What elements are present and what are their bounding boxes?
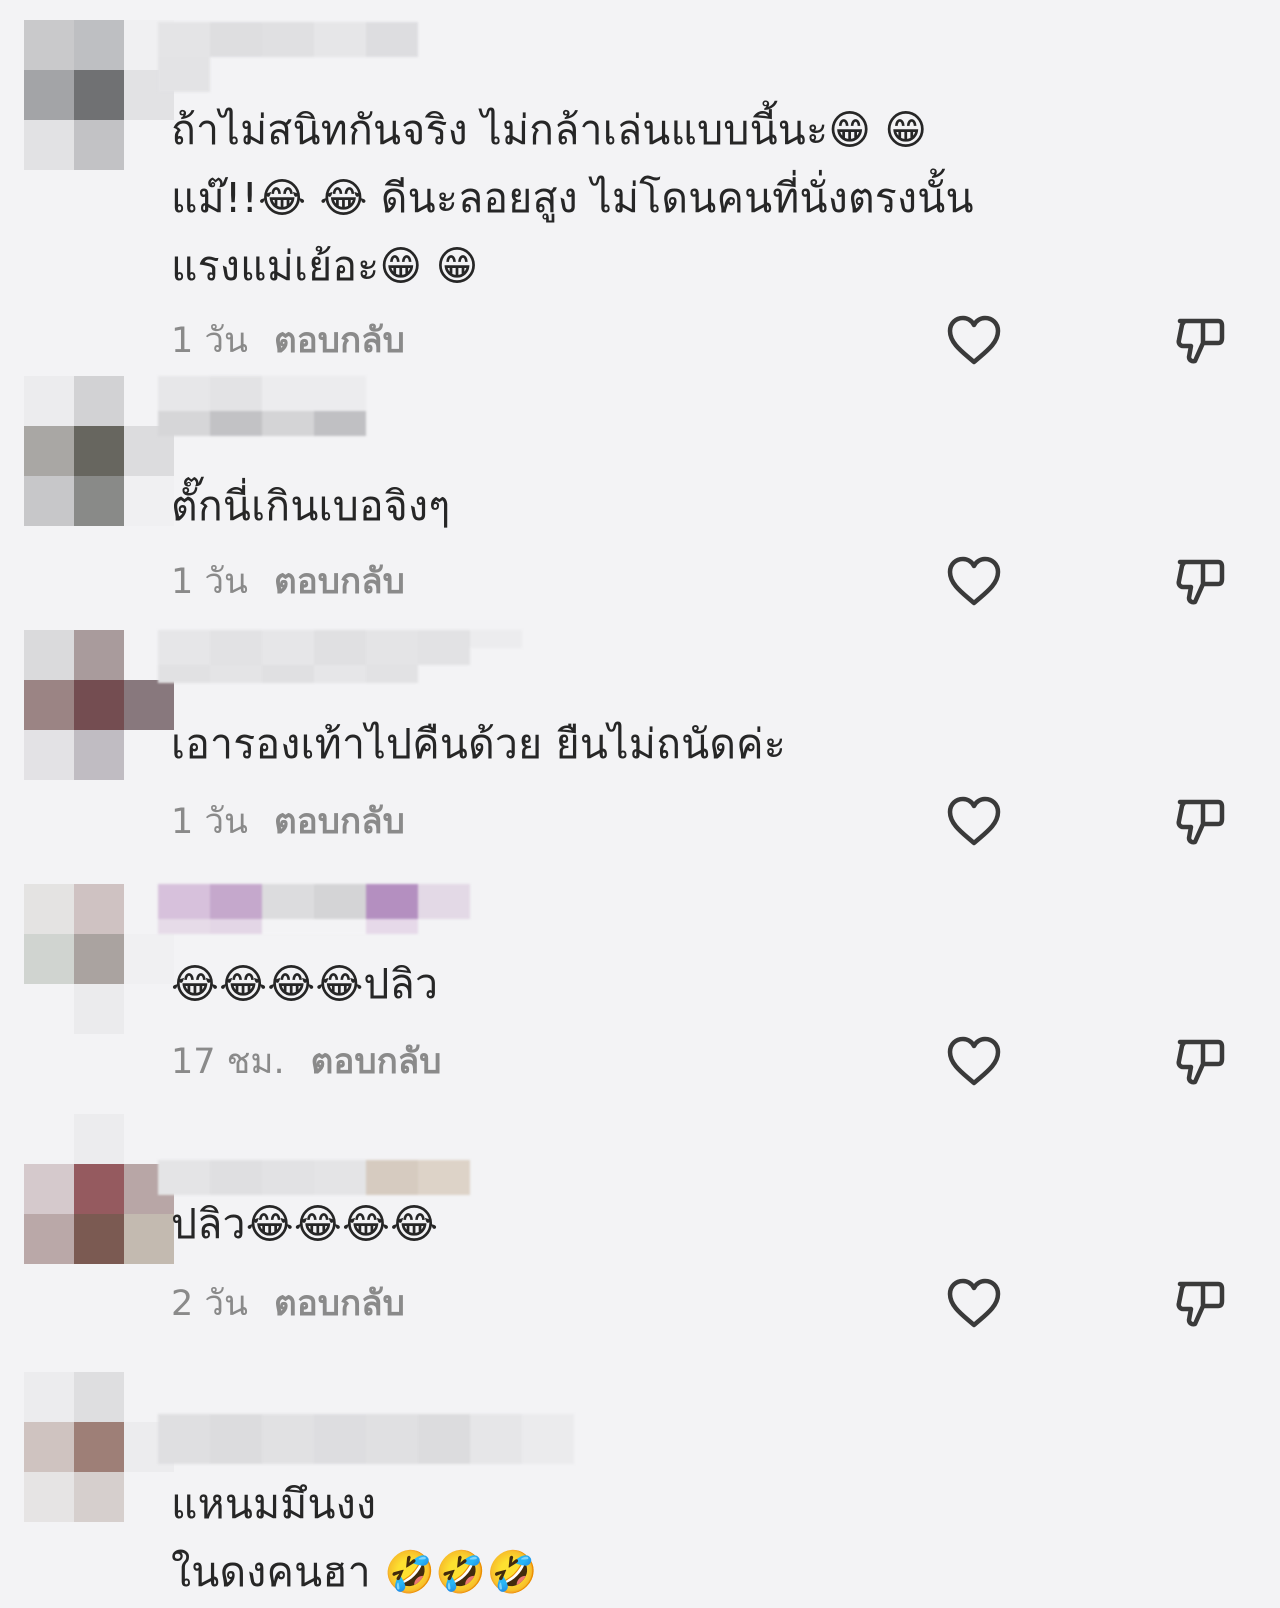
thumbs-down-outline-icon	[1176, 318, 1225, 364]
avatar[interactable]	[24, 1372, 174, 1522]
thumbs-down-outline-icon	[1176, 559, 1225, 605]
username[interactable]	[158, 884, 470, 934]
comment-meta: 1 วัน ตอบกลับ	[171, 798, 405, 844]
dislike-button[interactable]	[1170, 551, 1230, 611]
comment-meta: 2 วัน ตอบกลับ	[171, 1280, 405, 1326]
username[interactable]	[158, 630, 558, 683]
dislike-button[interactable]	[1170, 1031, 1230, 1091]
avatar[interactable]	[24, 1114, 174, 1264]
comment-text: เอารองเท้าไปคืนด้วย ยืนไม่ถนัดค่ะ	[171, 720, 787, 768]
heart-outline-icon	[947, 556, 1001, 606]
like-button[interactable]	[944, 310, 1004, 370]
comment-text: ตั๊กนี่เกินเบอจิงๆ	[171, 482, 451, 530]
heart-outline-icon	[947, 1278, 1001, 1328]
comment-meta: 17 ชม. ตอบกลับ	[171, 1038, 441, 1084]
reply-button[interactable]: ตอบกลับ	[274, 313, 405, 368]
comment-list: ถ้าไม่สนิทกันจริง ไม่กล้าเล่นแบบนี้นะ😁 😁…	[0, 0, 1280, 1608]
like-button[interactable]	[944, 1273, 1004, 1333]
reply-button[interactable]: ตอบกลับ	[274, 554, 405, 609]
thumbs-down-outline-icon	[1176, 799, 1225, 845]
reply-button[interactable]: ตอบกลับ	[274, 1276, 405, 1331]
avatar[interactable]	[24, 20, 174, 170]
username[interactable]	[158, 376, 408, 436]
avatar[interactable]	[24, 630, 174, 780]
reply-button[interactable]: ตอบกลับ	[274, 794, 405, 849]
heart-outline-icon	[947, 315, 1001, 365]
avatar[interactable]	[24, 376, 174, 526]
dislike-button[interactable]	[1170, 791, 1230, 851]
comment-time: 1 วัน	[171, 561, 248, 602]
comment-time: 17 ชม.	[171, 1041, 285, 1082]
comment-time: 1 วัน	[171, 320, 248, 361]
reply-button[interactable]: ตอบกลับ	[311, 1034, 442, 1089]
like-button[interactable]	[944, 1031, 1004, 1091]
avatar[interactable]	[24, 884, 174, 1034]
username[interactable]	[158, 1414, 574, 1464]
comment-time: 2 วัน	[171, 1283, 248, 1324]
comment-meta: 1 วัน ตอบกลับ	[171, 317, 405, 363]
dislike-button[interactable]	[1170, 1273, 1230, 1333]
comment-time: 1 วัน	[171, 801, 248, 842]
heart-outline-icon	[947, 796, 1001, 846]
comment-text: 😂😂😂😂ปลิว	[171, 960, 439, 1008]
username[interactable]	[158, 22, 458, 92]
like-button[interactable]	[944, 791, 1004, 851]
comment-text: ถ้าไม่สนิทกันจริง ไม่กล้าเล่นแบบนี้นะ😁 😁…	[171, 106, 974, 290]
thumbs-down-outline-icon	[1176, 1281, 1225, 1327]
like-button[interactable]	[944, 551, 1004, 611]
dislike-button[interactable]	[1170, 310, 1230, 370]
heart-outline-icon	[947, 1036, 1001, 1086]
comment-meta: 1 วัน ตอบกลับ	[171, 558, 405, 604]
thumbs-down-outline-icon	[1176, 1039, 1225, 1085]
comment-text: แหนมมึนงง ในดงคนฮา 🤣🤣🤣	[171, 1480, 538, 1596]
comment-text: ปลิว😂😂😂😂	[171, 1200, 439, 1248]
